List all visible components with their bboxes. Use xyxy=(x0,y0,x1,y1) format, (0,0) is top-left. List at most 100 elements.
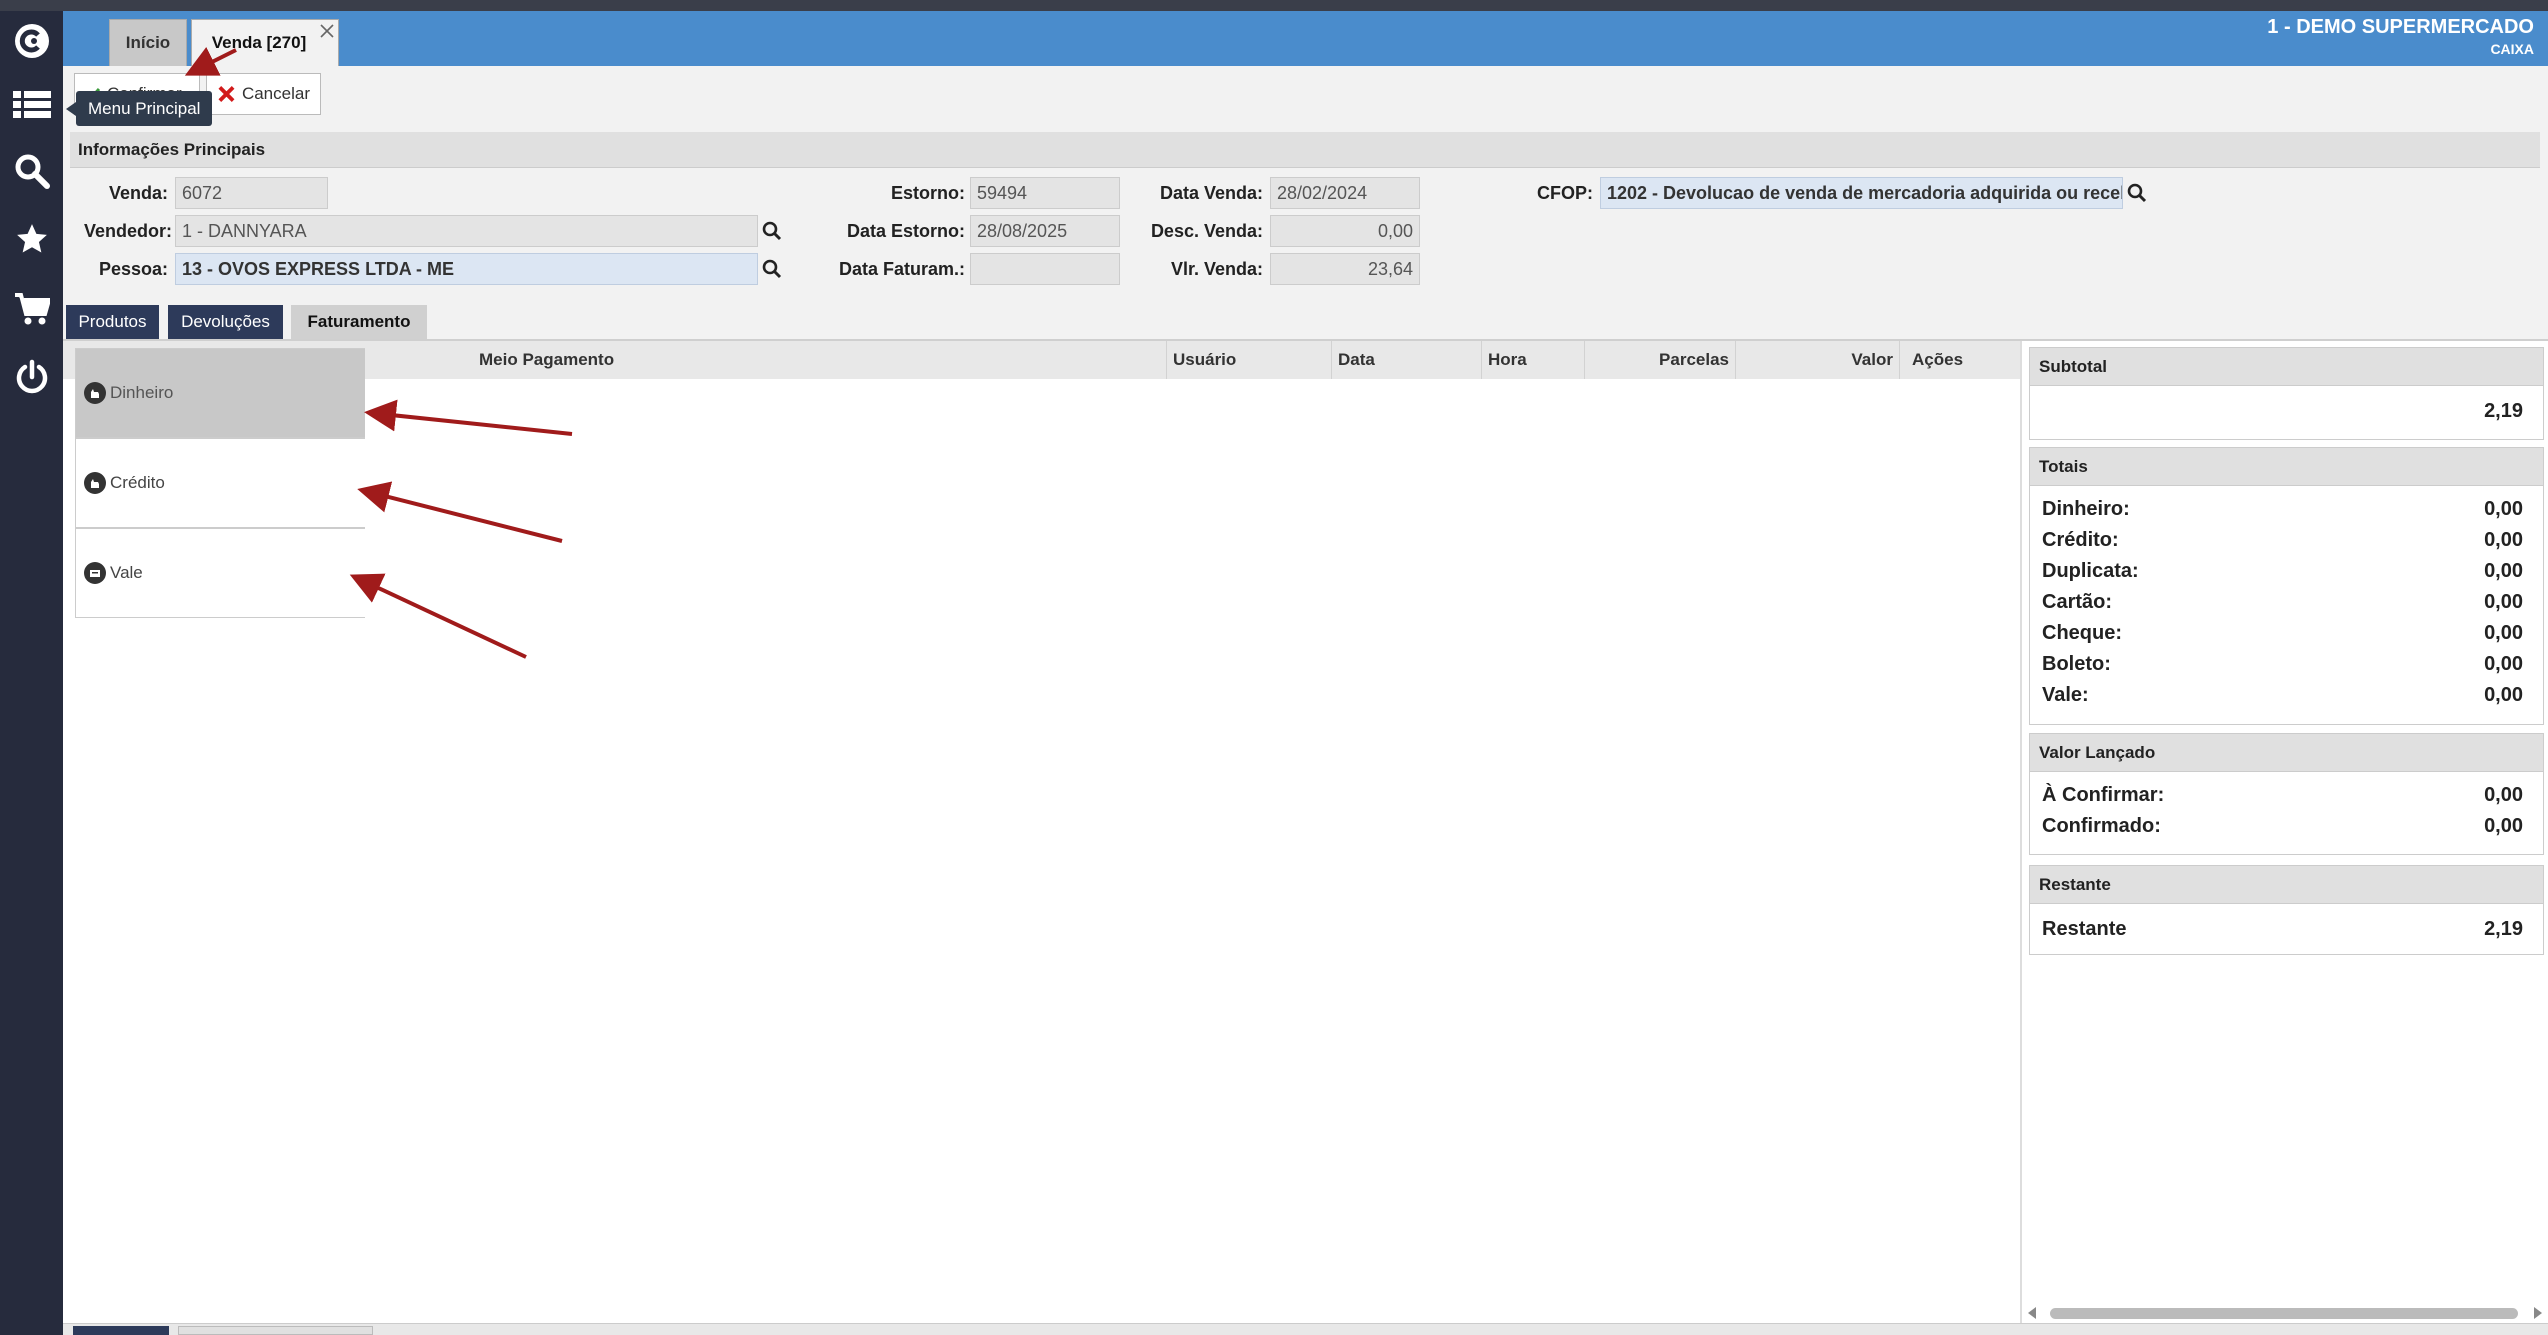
row-label: Cartão: xyxy=(2042,591,2113,613)
vendedor-label: Vendedor: xyxy=(83,221,172,241)
scroll-right-icon[interactable] xyxy=(2532,1306,2544,1320)
sidebar xyxy=(0,11,63,1335)
tab-devolucoes[interactable]: Devoluções xyxy=(168,305,283,339)
top-header: Início Venda [270] 1 - DEMO SUPERMERCADO… xyxy=(63,11,2548,66)
search-icon[interactable] xyxy=(0,141,63,201)
data-faturam-field[interactable] xyxy=(970,253,1120,285)
totais-row-credito: Crédito: 0,00 xyxy=(2030,525,2543,556)
estorno-label: Estorno: xyxy=(891,183,965,203)
row-label: Boleto: xyxy=(2042,653,2111,675)
col-hora[interactable]: Hora xyxy=(1482,341,1585,379)
tab-inicio[interactable]: Início xyxy=(109,19,187,66)
subtotal-box: Subtotal 2,19 xyxy=(2029,347,2544,440)
horizontal-scrollbar[interactable] xyxy=(2024,1303,2548,1323)
cart-icon[interactable] xyxy=(0,279,63,339)
row-value: 0,00 xyxy=(2484,684,2523,706)
close-icon[interactable] xyxy=(318,22,336,40)
totais-title: Totais xyxy=(2030,448,2543,486)
hand-money-icon xyxy=(84,472,106,494)
company-name: 1 - DEMO SUPERMERCADO xyxy=(2267,16,2534,38)
scroll-left-icon[interactable] xyxy=(2026,1306,2038,1320)
cfop-field[interactable]: 1202 - Devolucao de venda de mercadoria … xyxy=(1600,177,2123,209)
logo-c-icon[interactable] xyxy=(0,11,63,71)
data-estorno-label: Data Estorno: xyxy=(846,221,965,241)
col-data[interactable]: Data xyxy=(1332,341,1482,379)
company-subtitle: CAIXA xyxy=(2490,41,2534,57)
row-value: 0,00 xyxy=(2484,591,2523,613)
subtotal-value: 2,19 xyxy=(2484,400,2523,422)
col-acoes[interactable]: Ações xyxy=(1900,341,2023,379)
data-venda-field[interactable]: 28/02/2024 xyxy=(1270,177,1420,209)
subtotal-title: Subtotal xyxy=(2030,348,2543,386)
totais-box: Totais Dinheiro: 0,00 Crédito: 0,00 Duplic… xyxy=(2029,447,2544,725)
totais-row-boleto: Boleto: 0,00 xyxy=(2030,649,2543,680)
vlr-venda-label: Vlr. Venda: xyxy=(1170,259,1263,279)
row-label: Dinheiro: xyxy=(2042,498,2130,520)
bottom-tab-1[interactable] xyxy=(73,1326,169,1335)
valor-lancado-row-confirmado: Confirmado: 0,00 xyxy=(2030,811,2543,842)
totais-row-vale: Vale: 0,00 xyxy=(2030,680,2543,711)
row-label: Confirmado: xyxy=(2042,815,2161,837)
list-icon[interactable] xyxy=(0,75,63,135)
payment-credito-label: Crédito xyxy=(110,473,165,492)
col-meio-pagamento[interactable]: Meio Pagamento xyxy=(475,341,1167,379)
data-estorno-field[interactable]: 28/08/2025 xyxy=(970,215,1120,247)
totais-row-dinheiro: Dinheiro: 0,00 xyxy=(2030,494,2543,525)
section-title: Informações Principais xyxy=(70,132,2540,168)
row-value: 2,19 xyxy=(2484,918,2523,940)
payment-method-list: Dinheiro Crédito Vale xyxy=(75,348,365,618)
payment-credito[interactable]: Crédito xyxy=(75,438,365,528)
valor-lancado-title: Valor Lançado xyxy=(2030,734,2543,772)
cfop-label: CFOP: xyxy=(1537,183,1593,203)
data-venda-label: Data Venda: xyxy=(1159,183,1263,203)
window-top-strip xyxy=(0,0,2548,11)
cfop-search-icon[interactable] xyxy=(2123,177,2151,209)
totais-row-cartao: Cartão: 0,00 xyxy=(2030,587,2543,618)
venda-label: Venda: xyxy=(108,183,168,203)
col-valor[interactable]: Valor xyxy=(1736,341,1900,379)
payment-vale-label: Vale xyxy=(110,563,143,582)
tab-venda[interactable]: Venda [270] xyxy=(191,19,339,66)
row-value: 0,00 xyxy=(2484,498,2523,520)
row-value: 0,00 xyxy=(2484,622,2523,644)
bottom-bar xyxy=(63,1323,2548,1335)
payment-vale[interactable]: Vale xyxy=(75,528,365,618)
tab-venda-label: Venda [270] xyxy=(211,33,307,52)
scroll-thumb[interactable] xyxy=(2050,1308,2518,1319)
bottom-tab-2[interactable] xyxy=(178,1326,373,1335)
row-value: 0,00 xyxy=(2484,560,2523,582)
col-usuario[interactable]: Usuário xyxy=(1167,341,1332,379)
payment-dinheiro-label: Dinheiro xyxy=(110,383,174,402)
tab-produtos[interactable]: Produtos xyxy=(66,305,159,339)
row-value: 0,00 xyxy=(2484,653,2523,675)
estorno-field[interactable]: 59494 xyxy=(970,177,1120,209)
vendedor-field[interactable]: 1 - DANNYARA xyxy=(175,215,758,247)
cancel-button[interactable]: Cancelar xyxy=(206,73,321,115)
row-value: 0,00 xyxy=(2484,784,2523,806)
tab-faturamento[interactable]: Faturamento xyxy=(291,305,427,339)
restante-title: Restante xyxy=(2030,866,2543,904)
payments-table: Meio Pagamento Usuário Data Hora Parcela… xyxy=(63,341,2023,1326)
valor-lancado-row-a-confirmar: À Confirmar: 0,00 xyxy=(2030,780,2543,811)
valor-lancado-box: Valor Lançado À Confirmar: 0,00 Confirmad… xyxy=(2029,733,2544,855)
row-label: Restante xyxy=(2042,918,2127,940)
col-parcelas[interactable]: Parcelas xyxy=(1585,341,1736,379)
totais-row-duplicata: Duplicata: 0,00 xyxy=(2030,556,2543,587)
vlr-venda-field[interactable]: 23,64 xyxy=(1270,253,1420,285)
restante-row: Restante 2,19 xyxy=(2030,914,2543,945)
venda-field[interactable]: 6072 xyxy=(175,177,328,209)
payment-dinheiro[interactable]: Dinheiro xyxy=(75,348,365,438)
desc-venda-field[interactable]: 0,00 xyxy=(1270,215,1420,247)
star-icon[interactable] xyxy=(0,209,63,269)
pessoa-field[interactable]: 13 - OVOS EXPRESS LTDA - ME xyxy=(175,253,758,285)
x-icon xyxy=(218,86,235,102)
power-icon[interactable] xyxy=(0,347,63,407)
voucher-icon xyxy=(84,562,106,584)
summary-panel: Subtotal 2,19 Totais Dinheiro: 0,00 Crédi… xyxy=(2020,341,2548,1326)
hand-money-icon xyxy=(84,382,106,404)
row-label: Cheque: xyxy=(2042,622,2122,644)
vendedor-search-icon[interactable] xyxy=(758,215,786,247)
row-value: 0,00 xyxy=(2484,815,2523,837)
pessoa-search-icon[interactable] xyxy=(758,253,786,285)
row-value: 0,00 xyxy=(2484,529,2523,551)
